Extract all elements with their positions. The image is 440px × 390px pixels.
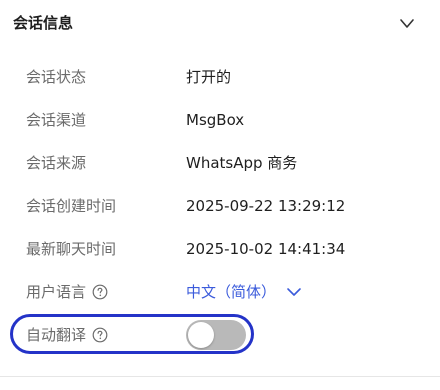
auto-translate-label-wrap: 自动翻译 (26, 325, 108, 345)
auto-translate-toggle[interactable] (186, 320, 246, 350)
chevron-down-icon (400, 19, 414, 28)
row-value: 打开的 (186, 68, 232, 86)
row-label: 最新聊天时间 (26, 240, 117, 258)
user-language-label-wrap: 用户语言 (26, 282, 108, 302)
divider (0, 376, 440, 377)
question-circle-icon[interactable] (92, 284, 108, 300)
row-conversation-source: 会话来源 WhatsApp 商务 (0, 148, 440, 178)
question-circle-icon[interactable] (92, 327, 108, 343)
row-created-time: 会话创建时间 2025-09-22 13:29:12 (0, 191, 440, 221)
panel-header: 会话信息 (0, 0, 440, 48)
collapse-button[interactable] (396, 14, 418, 34)
panel-title: 会话信息 (13, 14, 74, 32)
row-value: WhatsApp 商务 (186, 154, 298, 172)
user-language-label: 用户语言 (26, 283, 87, 301)
row-latest-chat-time: 最新聊天时间 2025-10-02 14:41:34 (0, 234, 440, 264)
row-label: 会话渠道 (26, 111, 87, 129)
language-value: 中文（简体） (186, 283, 277, 301)
auto-translate-label: 自动翻译 (26, 326, 87, 344)
toggle-knob (188, 322, 214, 348)
row-label: 会话来源 (26, 154, 87, 172)
row-label: 会话状态 (26, 68, 87, 86)
row-value: MsgBox (186, 111, 245, 129)
row-conversation-status: 会话状态 打开的 (0, 62, 440, 92)
row-label: 会话创建时间 (26, 197, 117, 215)
row-value: 2025-10-02 14:41:34 (186, 240, 346, 258)
chevron-down-icon (287, 288, 301, 296)
row-conversation-channel: 会话渠道 MsgBox (0, 105, 440, 135)
conversation-info-panel: 会话信息 会话状态 打开的 会话渠道 MsgBox 会话来源 WhatsApp … (0, 0, 440, 390)
language-select[interactable]: 中文（简体） (186, 282, 302, 302)
row-user-language: 用户语言 中文（简体） (0, 277, 440, 307)
row-value: 2025-09-22 13:29:12 (186, 197, 346, 215)
